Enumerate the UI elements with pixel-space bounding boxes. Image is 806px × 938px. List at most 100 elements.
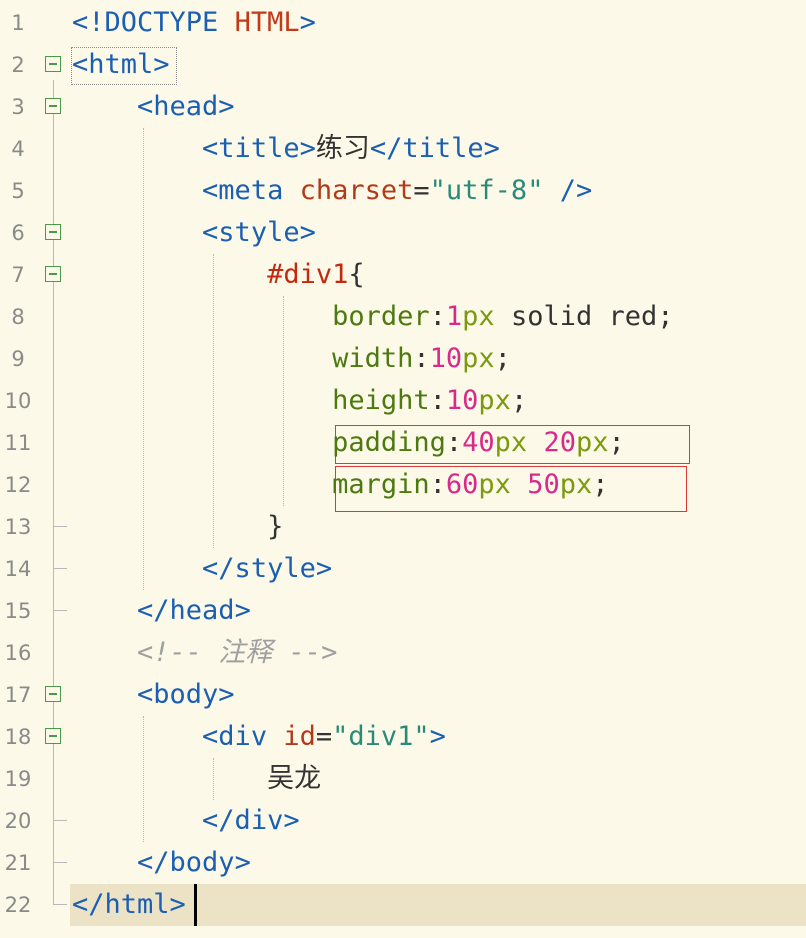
code-line[interactable]: </html> bbox=[70, 884, 806, 926]
line-number: 3 bbox=[11, 95, 25, 119]
line-number: 7 bbox=[11, 263, 25, 287]
code-token: ; bbox=[494, 343, 511, 374]
collapse-fold-icon[interactable] bbox=[45, 686, 61, 702]
line-number: 10 bbox=[4, 389, 32, 413]
code-token: </body> bbox=[137, 847, 251, 878]
code-line[interactable]: 18 <div id="div1"> bbox=[0, 716, 806, 758]
code-line[interactable]: 21 </body> bbox=[0, 842, 806, 884]
line-number: 17 bbox=[4, 683, 32, 707]
collapse-fold-icon[interactable] bbox=[45, 98, 61, 114]
code-text: </div> bbox=[72, 800, 300, 842]
code-text: padding:40px 20px; bbox=[72, 422, 625, 464]
code-line[interactable]: 7 #div1{ bbox=[0, 254, 806, 296]
code-token: HTML bbox=[234, 7, 300, 38]
code-token: id bbox=[283, 721, 316, 752]
code-token: margin bbox=[332, 469, 430, 500]
code-token: 40 bbox=[462, 427, 495, 458]
code-token: </html> bbox=[72, 889, 186, 920]
code-line[interactable]: 19 吴龙 bbox=[0, 758, 806, 800]
line-number: 2 bbox=[11, 53, 25, 77]
code-token: </head> bbox=[137, 595, 251, 626]
code-token: px bbox=[559, 469, 593, 500]
code-line[interactable]: 12 margin:60px 50px; bbox=[0, 464, 806, 506]
code-token: <style> bbox=[202, 217, 316, 248]
code-token: px bbox=[494, 427, 544, 458]
code-text: <body> bbox=[72, 674, 235, 716]
code-text: 吴龙 bbox=[72, 758, 321, 800]
code-token: <!DOCTYPE bbox=[72, 7, 235, 38]
collapse-fold-icon[interactable] bbox=[45, 728, 61, 744]
code-token: ; bbox=[510, 385, 528, 416]
code-text: <!-- 注释 --> bbox=[72, 632, 337, 674]
code-token: > bbox=[299, 7, 316, 38]
code-text: </body> bbox=[72, 842, 251, 884]
code-token: width bbox=[332, 343, 414, 374]
code-line[interactable]: 14 </style> bbox=[0, 548, 806, 590]
code-line[interactable]: 17 <body> bbox=[0, 674, 806, 716]
code-text: border:1px solid red; bbox=[72, 296, 673, 338]
code-token: 10 bbox=[429, 343, 463, 374]
code-token: </style> bbox=[202, 553, 333, 584]
code-line[interactable]: 13 } bbox=[0, 506, 806, 548]
code-line[interactable]: 20 </div> bbox=[0, 800, 806, 842]
line-number: 21 bbox=[4, 851, 32, 875]
code-line[interactable]: 4 <title>练习</title> bbox=[0, 128, 806, 170]
code-token: <body> bbox=[137, 679, 235, 710]
line-number: 4 bbox=[11, 137, 25, 161]
code-line[interactable]: 10 height:10px; bbox=[0, 380, 806, 422]
collapse-fold-icon[interactable] bbox=[45, 266, 61, 282]
code-token: 练习 bbox=[315, 133, 370, 164]
code-line[interactable]: 5 <meta charset="utf-8" /> bbox=[0, 170, 806, 212]
code-token: px bbox=[478, 469, 528, 500]
code-text: <html> bbox=[72, 44, 170, 86]
code-text: <!DOCTYPE HTML> bbox=[72, 2, 316, 44]
code-text: </head> bbox=[72, 590, 251, 632]
code-token: : bbox=[429, 469, 446, 500]
code-token: <!-- 注释 --> bbox=[137, 637, 338, 668]
code-line[interactable]: 3 <head> bbox=[0, 86, 806, 128]
code-token: 20 bbox=[543, 427, 576, 458]
code-token: > bbox=[429, 721, 446, 752]
line-number: 12 bbox=[4, 473, 32, 497]
code-token: "utf-8" bbox=[429, 175, 544, 206]
line-number: 11 bbox=[4, 431, 32, 455]
code-token: px bbox=[462, 301, 495, 332]
code-token: charset bbox=[299, 175, 414, 206]
line-number: 22 bbox=[4, 893, 32, 917]
line-number: 13 bbox=[4, 515, 32, 539]
code-line[interactable]: 2 <html> bbox=[0, 44, 806, 86]
code-text: } bbox=[72, 506, 283, 548]
code-line[interactable]: 16 <!-- 注释 --> bbox=[0, 632, 806, 674]
code-token: px bbox=[478, 385, 511, 416]
collapse-fold-icon[interactable] bbox=[45, 224, 61, 240]
code-token: px bbox=[575, 427, 609, 458]
code-token: : bbox=[429, 301, 446, 332]
code-text: width:10px; bbox=[72, 338, 511, 380]
code-line[interactable]: 9 width:10px; bbox=[0, 338, 806, 380]
code-line[interactable]: 15 </head> bbox=[0, 590, 806, 632]
code-token: <div bbox=[202, 721, 284, 752]
code-editor[interactable]: 1 <!DOCTYPE HTML> 2 <html> 3 <head> 4 <title>… bbox=[0, 0, 806, 938]
code-token: <head> bbox=[137, 91, 235, 122]
code-line[interactable]: 11 padding:40px 20px; bbox=[0, 422, 806, 464]
collapse-fold-icon[interactable] bbox=[45, 56, 61, 72]
code-line[interactable]: 8 border:1px solid red; bbox=[0, 296, 806, 338]
code-line[interactable]: 1 <!DOCTYPE HTML> bbox=[0, 2, 806, 44]
code-token: 吴龙 bbox=[267, 763, 322, 794]
code-token: padding bbox=[332, 427, 446, 458]
code-line[interactable]: 6 <style> bbox=[0, 212, 806, 254]
code-token: } bbox=[267, 511, 284, 542]
code-token: ; bbox=[592, 469, 609, 500]
